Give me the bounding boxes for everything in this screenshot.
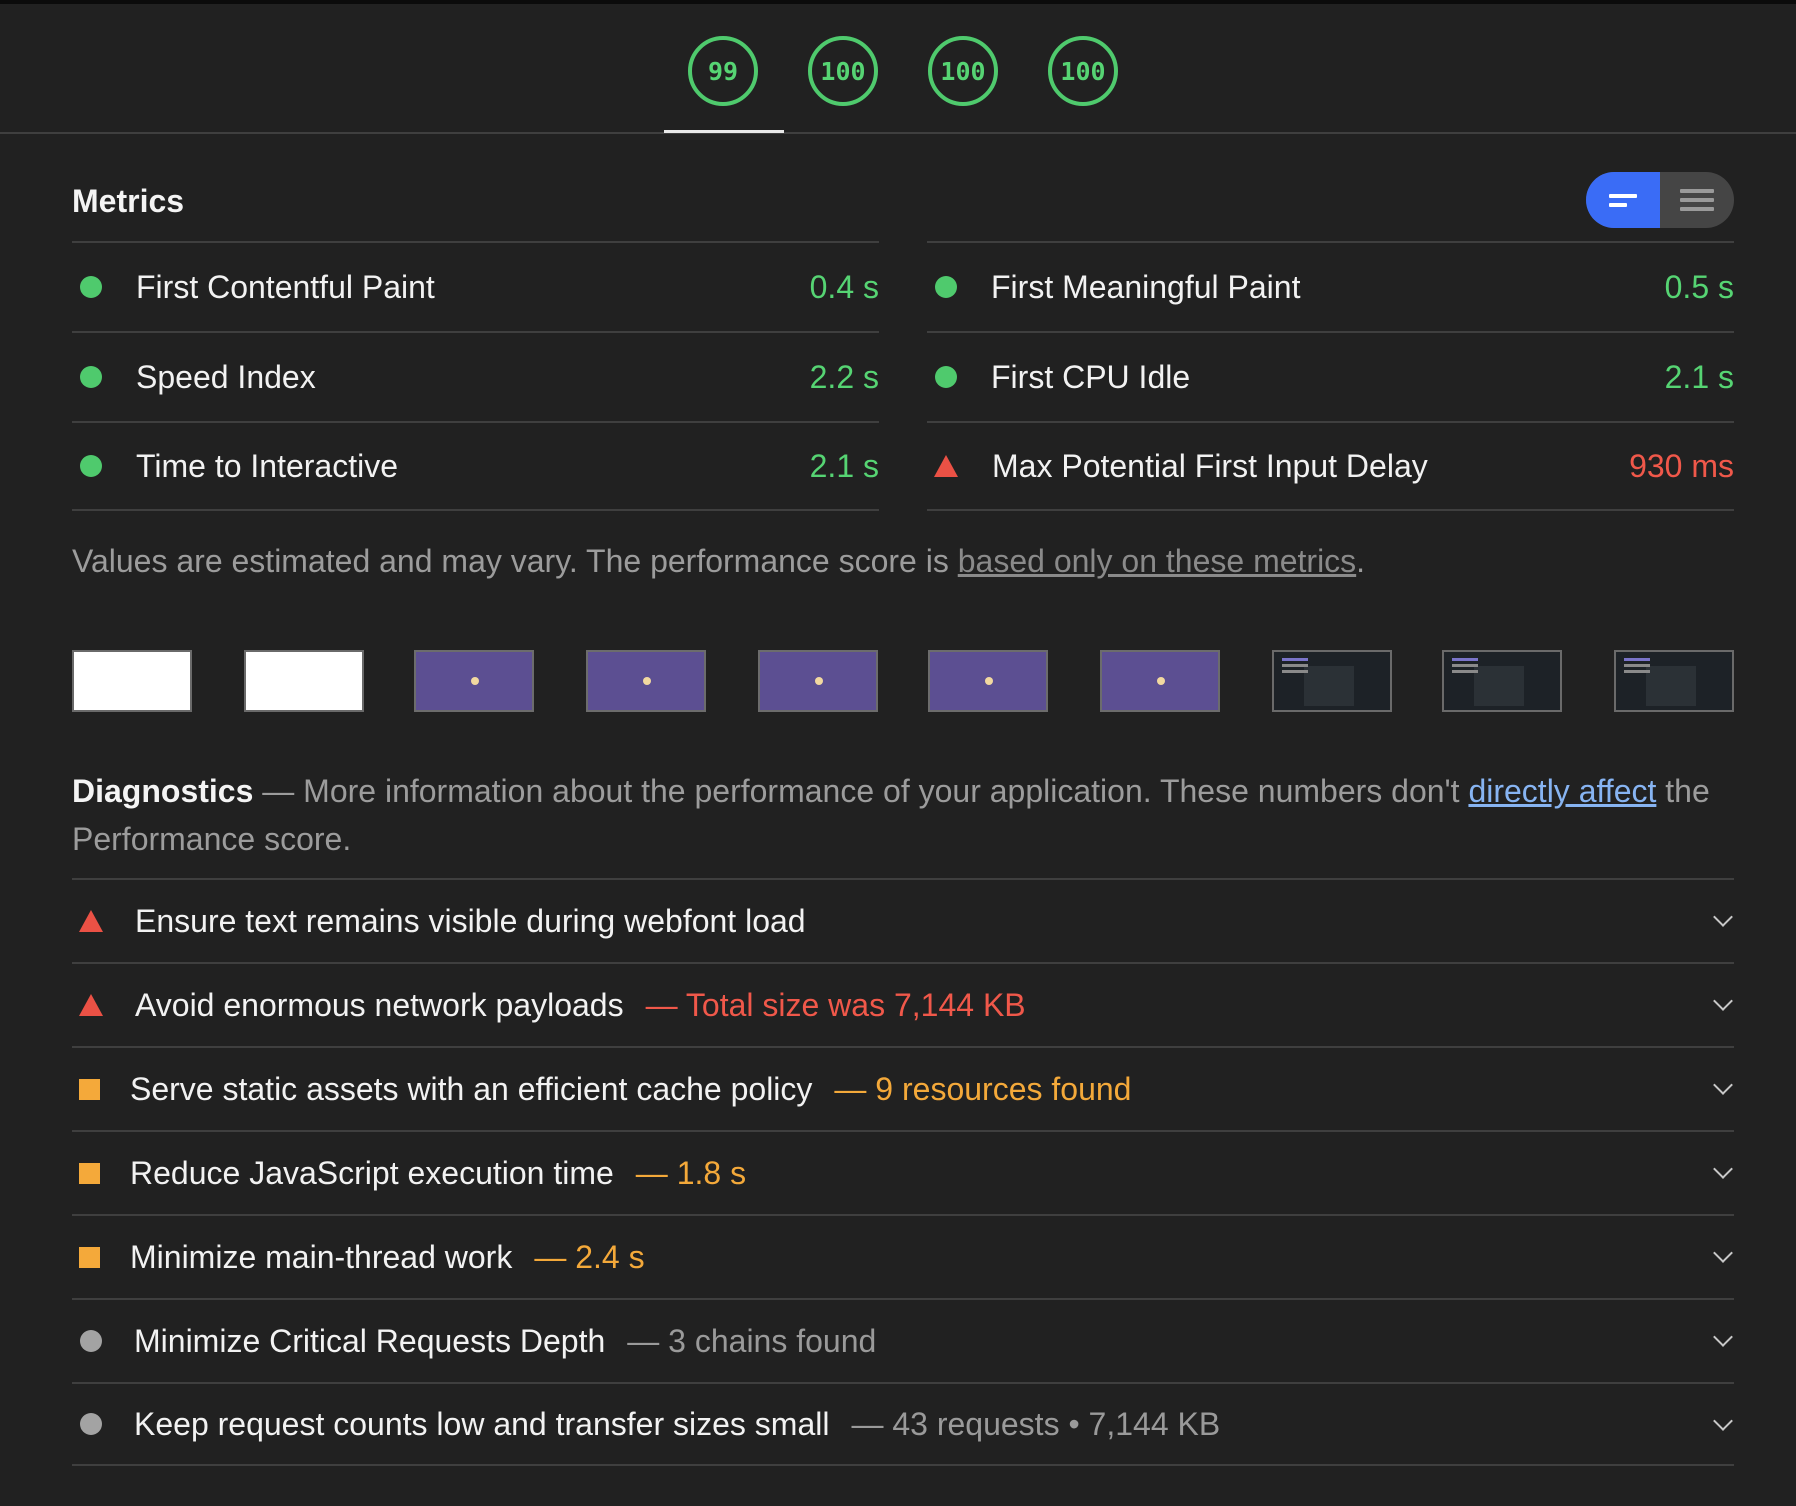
filmstrip-frame (414, 650, 534, 712)
metric-value: 930 ms (1629, 447, 1734, 484)
metric-row: Time to Interactive 2.1 s (72, 421, 879, 511)
filmstrip-frame (1614, 650, 1734, 712)
detailed-view-button[interactable] (1660, 172, 1734, 228)
diagnostic-item[interactable]: Reduce JavaScript execution time — 1.8 s (72, 1130, 1734, 1214)
metric-name: First Contentful Paint (136, 268, 435, 305)
diagnostic-detail: — 43 requests • 7,144 KB (851, 1405, 1221, 1442)
score-gauges: 99 100 100 100 (0, 4, 1796, 134)
diagnostic-detail: — 1.8 s (635, 1154, 747, 1191)
chevron-down-icon[interactable] (1713, 1327, 1733, 1347)
diagnostic-title: Avoid enormous network payloads (135, 986, 624, 1023)
summary-view-button[interactable] (1586, 172, 1660, 228)
info-circle-icon (80, 1330, 102, 1352)
metric-row: First Contentful Paint 0.4 s (72, 241, 879, 331)
diagnostic-detail: — Total size was 7,144 KB (645, 986, 1026, 1023)
filmstrip-frame (758, 650, 878, 712)
diagnostic-item[interactable]: Avoid enormous network payloads — Total … (72, 962, 1734, 1046)
filmstrip-frame (1442, 650, 1562, 712)
summary-lines-icon (1609, 193, 1637, 198)
chevron-down-icon[interactable] (1713, 1411, 1733, 1431)
pass-circle-icon (935, 366, 957, 388)
diagnostic-item[interactable]: Minimize Critical Requests Depth — 3 cha… (72, 1298, 1734, 1382)
filmstrip-frame (244, 650, 364, 712)
pass-circle-icon (80, 276, 102, 298)
metric-value: 2.1 s (1664, 358, 1734, 395)
diagnostic-title: Minimize main-thread work (130, 1238, 513, 1275)
chevron-down-icon[interactable] (1713, 991, 1733, 1011)
seo-gauge[interactable]: 100 (1048, 36, 1118, 106)
metric-value: 2.2 s (809, 358, 879, 395)
diagnostic-title: Minimize Critical Requests Depth (134, 1322, 606, 1359)
detailed-lines-icon (1680, 189, 1714, 193)
metrics-column-right: First Meaningful Paint 0.5 s First CPU I… (927, 241, 1734, 511)
diagnostic-detail: — 2.4 s (534, 1238, 645, 1275)
chevron-down-icon[interactable] (1713, 907, 1733, 927)
pass-circle-icon (935, 276, 957, 298)
accessibility-gauge[interactable]: 100 (808, 36, 878, 106)
average-square-icon (79, 1162, 100, 1184)
metric-value: 0.5 s (1664, 268, 1734, 305)
diagnostics-list: Ensure text remains visible during webfo… (72, 878, 1734, 1466)
diagnostic-item[interactable]: Minimize main-thread work — 2.4 s (72, 1214, 1734, 1298)
directly-affect-link[interactable]: directly affect (1468, 773, 1656, 809)
fail-triangle-icon (79, 910, 103, 932)
fail-triangle-icon (934, 455, 958, 477)
metrics-heading: Metrics (72, 183, 185, 219)
filmstrip-frame (586, 650, 706, 712)
diagnostic-item[interactable]: Keep request counts low and transfer siz… (72, 1382, 1734, 1466)
estimate-note: Values are estimated and may vary. The p… (72, 543, 1366, 579)
diagnostic-detail: — 3 chains found (627, 1322, 877, 1359)
info-circle-icon (80, 1413, 102, 1435)
chevron-down-icon[interactable] (1713, 1159, 1733, 1179)
fail-triangle-icon (79, 994, 103, 1016)
metric-row: First Meaningful Paint 0.5 s (927, 241, 1734, 331)
metric-row: Max Potential First Input Delay 930 ms (927, 421, 1734, 511)
metric-name: First CPU Idle (991, 358, 1191, 395)
diagnostic-item[interactable]: Ensure text remains visible during webfo… (72, 878, 1734, 962)
pass-circle-icon (80, 455, 102, 477)
filmstrip-frame (1272, 650, 1392, 712)
metric-name: Speed Index (136, 358, 316, 395)
diagnostic-item[interactable]: Serve static assets with an efficient ca… (72, 1046, 1734, 1130)
average-square-icon (79, 1246, 100, 1268)
diagnostic-detail: — 9 resources found (834, 1070, 1132, 1107)
metric-value: 0.4 s (809, 268, 879, 305)
score-calculation-link[interactable]: based only on these metrics (958, 543, 1356, 579)
diagnostic-title: Reduce JavaScript execution time (130, 1154, 614, 1191)
pass-circle-icon (80, 366, 102, 388)
performance-gauge[interactable]: 99 (688, 36, 758, 106)
metric-row: First CPU Idle 2.1 s (927, 331, 1734, 421)
metrics-column-left: First Contentful Paint 0.4 s Speed Index… (72, 241, 879, 511)
metrics-view-toggle[interactable] (1586, 172, 1734, 228)
diagnostics-heading: Diagnostics — More information about the… (72, 773, 1710, 857)
diagnostic-title: Serve static assets with an efficient ca… (130, 1070, 813, 1107)
metric-name: Max Potential First Input Delay (992, 447, 1428, 484)
filmstrip-frame (1100, 650, 1220, 712)
average-square-icon (79, 1078, 100, 1100)
metric-name: Time to Interactive (136, 447, 399, 484)
metric-value: 2.1 s (809, 447, 879, 484)
diagnostics-title: Diagnostics (72, 773, 254, 809)
chevron-down-icon[interactable] (1713, 1075, 1733, 1095)
active-gauge-indicator (664, 130, 784, 133)
metric-name: First Meaningful Paint (991, 268, 1301, 305)
best-practices-gauge[interactable]: 100 (928, 36, 998, 106)
chevron-down-icon[interactable] (1713, 1243, 1733, 1263)
diagnostic-title: Keep request counts low and transfer siz… (134, 1405, 830, 1442)
metric-row: Speed Index 2.2 s (72, 331, 879, 421)
filmstrip-frame (928, 650, 1048, 712)
diagnostic-title: Ensure text remains visible during webfo… (135, 902, 806, 939)
filmstrip-frame (72, 650, 192, 712)
